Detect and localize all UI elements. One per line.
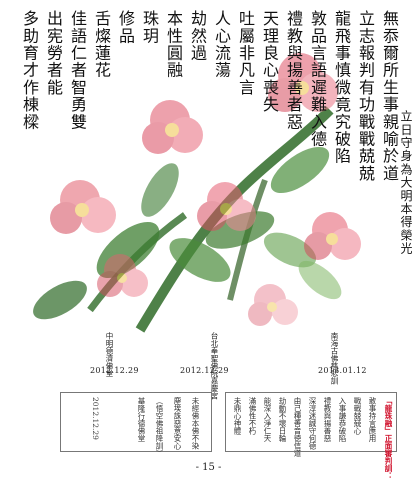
signature-date-mingde: 2012.12.29 xyxy=(90,366,139,375)
box-line: 塵埃誅惡意安心 xyxy=(173,397,182,450)
box-line: 禮教與揚善惡 xyxy=(323,397,332,442)
text-column-10: 本性圓融 xyxy=(164,10,183,79)
text-column-a: 立日守身為大明本得榮光 xyxy=(399,110,413,256)
box-line: 深淳迷誠守何德 xyxy=(308,397,317,450)
text-column-c: 出宪勞者能 xyxy=(44,10,63,96)
page-number: - 15 - xyxy=(195,462,222,473)
text-column-3: 龍飛事慎微竟究破陷 xyxy=(332,10,351,165)
signature-nanhai: 南海古佛慈悲訓 xyxy=(330,332,339,385)
leaf xyxy=(141,163,179,217)
text-column-8: 人心流蕩 xyxy=(212,10,231,79)
flower xyxy=(248,284,298,326)
box-date: 2012.12.29 xyxy=(91,397,100,440)
box-line: 能深入淨仁天 xyxy=(263,397,272,442)
text-column-6: 天理良心喪失 xyxy=(260,10,279,114)
text-column-13: 舌燦蓮花 xyxy=(92,10,111,79)
box-line: 未鼎心神體 xyxy=(233,397,242,435)
box-line: 基隆行德佛堂 xyxy=(137,397,146,442)
box-line: 戰戰兢兢心 xyxy=(353,397,362,435)
leaf xyxy=(270,146,330,194)
box-line: 敢事持言應用 xyxy=(368,397,377,442)
box-line: 未經佛本佛不染 xyxy=(191,397,200,450)
flower xyxy=(304,212,361,260)
text-column-11: 珠玥 xyxy=(140,10,159,45)
flower xyxy=(142,100,203,154)
box-line: 劫動不壞日輪 xyxy=(278,397,287,442)
leaf xyxy=(33,280,87,320)
box-line: （悟空佛祖降訓） xyxy=(155,397,164,457)
text-column-4: 敦品言語遲難入德 xyxy=(308,10,327,148)
text-column-12: 修品 xyxy=(116,10,135,45)
commentary-box-right: 「龍珠融」正面審判訓： 敢事持言應用 戰戰兢兢心 入事謙恭破陷 禮教與揚善惡 深… xyxy=(225,392,397,480)
text-column-5: 禮教與揚善者惡 xyxy=(284,10,303,131)
text-column-b: 多助育才作棟樑 xyxy=(20,10,39,131)
text-column-9: 劫然過 xyxy=(188,10,207,62)
scripture-page: 無忝爾所生事親喻於道 立志報判有功戰戰兢兢 龍飛事慎微竟究破陷 敦品言語遲難入德… xyxy=(0,0,417,480)
box-line: 滿佛性不朽 xyxy=(248,397,257,435)
box-line: 入事謙恭破陷 xyxy=(338,397,347,442)
box-line: 由己種善音徳信道 xyxy=(293,397,302,457)
flower xyxy=(50,180,116,234)
commentary-box-left: 未經佛本佛不染 塵埃誅惡意安心 （悟空佛祖降訓） 基隆行德佛堂 2012.12.… xyxy=(60,392,212,457)
signature-date-nanhai: 2013.01.12 xyxy=(318,366,367,375)
text-column-7: 吐屬非凡言 xyxy=(236,10,255,96)
signature-date-jiaqing: 2012.12.29 xyxy=(180,366,229,375)
text-column-d: 佳語仁者智勇雙 xyxy=(68,10,87,131)
text-column-2: 立志報判有功戰戰兢兢 xyxy=(356,10,375,182)
